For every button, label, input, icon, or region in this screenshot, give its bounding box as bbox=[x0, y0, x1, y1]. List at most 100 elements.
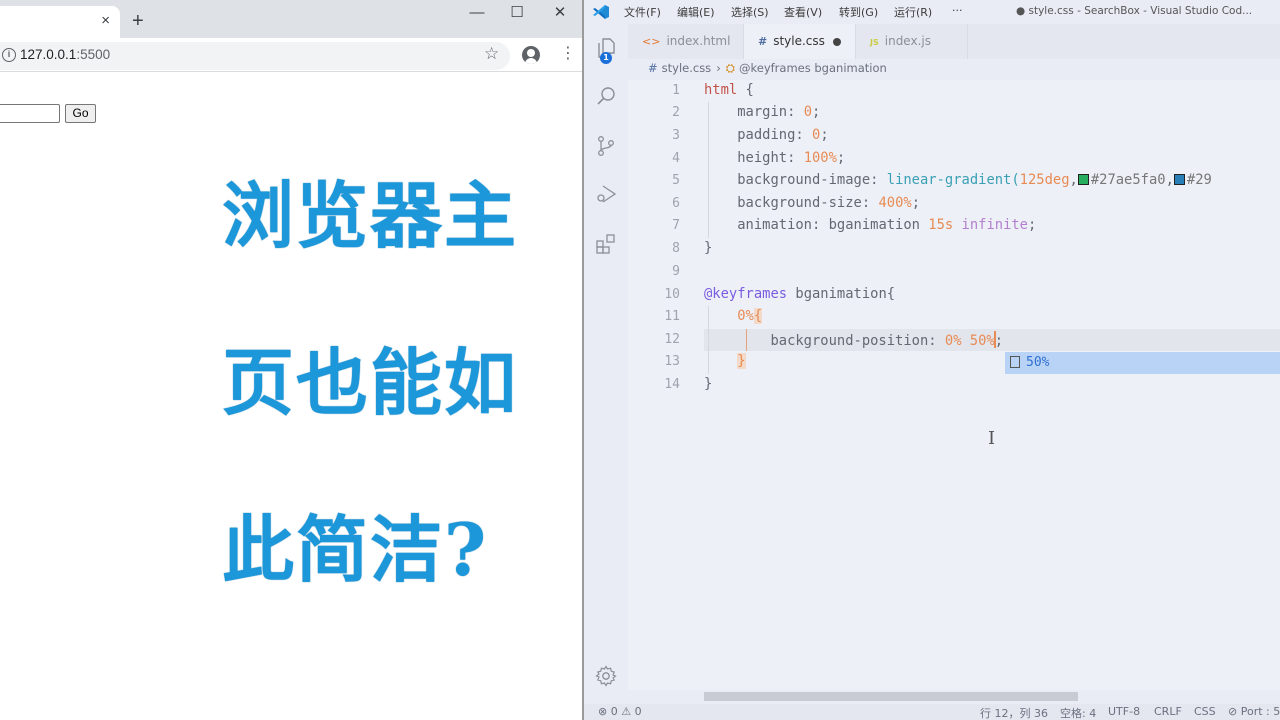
token: bganimation{ bbox=[787, 286, 896, 302]
source-control-icon[interactable] bbox=[594, 134, 618, 158]
breadcrumb-file[interactable]: style.css bbox=[662, 61, 712, 75]
vscode-logo-icon bbox=[593, 5, 609, 19]
code-line-8: } bbox=[704, 240, 712, 256]
browser-window: × + — ☐ ✕ i 127.0.0.1:5500 ☆ ⋮ Go 浏览器主 页… bbox=[0, 0, 582, 720]
color-swatch-green[interactable] bbox=[1077, 174, 1089, 185]
close-window-button[interactable]: ✕ bbox=[545, 2, 575, 24]
menu-run[interactable]: 运行(R) bbox=[894, 4, 932, 20]
live-server-port[interactable]: ⊘ Port : 5 bbox=[1228, 705, 1280, 718]
code-line-4: height: 100%; bbox=[704, 150, 845, 166]
token: animation: bganimation bbox=[737, 217, 929, 233]
token: 125deg bbox=[1019, 172, 1070, 188]
suggestion-label: 50% bbox=[1026, 355, 1050, 370]
line-number: 8 bbox=[672, 241, 680, 256]
status-bar: ⊗ 0 ⚠ 0 行 12，列 36 空格: 4 UTF-8 CRLF CSS ⊘… bbox=[584, 704, 1280, 720]
token: 15s bbox=[928, 217, 954, 233]
error-count: 0 bbox=[610, 705, 618, 718]
code-editor[interactable]: 1 2 3 4 5 6 7 8 9 10 11 12 13 14 html { margin: 0; pa… bbox=[628, 80, 1280, 690]
tab-style-css[interactable]: # style.css bbox=[744, 24, 856, 59]
menu-edit[interactable]: 编辑(E) bbox=[677, 4, 715, 20]
token: html bbox=[704, 82, 738, 98]
token: ; bbox=[1027, 217, 1037, 233]
url-host: 127.0.0.1 bbox=[20, 47, 77, 62]
bookmark-star-icon[interactable]: ☆ bbox=[484, 44, 499, 64]
menu-more[interactable]: ··· bbox=[952, 4, 963, 17]
minimize-button[interactable]: — bbox=[462, 2, 492, 24]
token: ; bbox=[836, 150, 846, 166]
browser-tab[interactable]: × bbox=[0, 6, 120, 38]
extensions-icon[interactable] bbox=[594, 232, 618, 256]
indentation[interactable]: 空格: 4 bbox=[1060, 705, 1096, 720]
line-number: 4 bbox=[672, 151, 680, 166]
explorer-badge: 1 bbox=[600, 52, 612, 64]
title-bar: 文件(F) 编辑(E) 选择(S) 查看(V) 转到(G) 运行(R) ··· … bbox=[584, 0, 1280, 24]
warning-count: 0 bbox=[634, 705, 642, 718]
token: 0% 50% bbox=[944, 333, 995, 349]
problems-indicator[interactable]: ⊗ 0 ⚠ 0 bbox=[598, 705, 642, 718]
token: linear-gradient( bbox=[886, 172, 1020, 188]
search-icon[interactable] bbox=[594, 84, 618, 108]
color-swatch-blue[interactable] bbox=[1173, 174, 1185, 185]
code-line-10: @keyframes bganimation{ bbox=[704, 286, 895, 302]
code-line-5: background-image: linear-gradient(125deg… bbox=[704, 172, 1212, 188]
horizontal-scrollbar[interactable] bbox=[704, 692, 1078, 701]
code-line-7: animation: bganimation 15s infinite; bbox=[704, 217, 1036, 233]
line-number: 1 bbox=[672, 83, 680, 98]
token: infinite bbox=[961, 217, 1028, 233]
code-line-11: 0%{ bbox=[704, 308, 763, 324]
code-line-6: background-size: 400%; bbox=[704, 195, 920, 211]
overlay-caption-line-3: 此简洁? bbox=[222, 507, 489, 592]
browser-menu-icon[interactable]: ⋮ bbox=[560, 44, 576, 64]
encoding[interactable]: UTF-8 bbox=[1108, 705, 1140, 718]
token: } bbox=[704, 240, 713, 256]
activity-bar: 1 bbox=[584, 24, 628, 704]
go-button[interactable]: Go bbox=[65, 104, 96, 123]
token: ; bbox=[911, 195, 920, 211]
line-number: 12 bbox=[664, 332, 680, 347]
tab-index-js[interactable]: JS index.js bbox=[856, 24, 968, 59]
autocomplete-suggestion[interactable]: 50% bbox=[1005, 352, 1280, 374]
token: ; bbox=[812, 104, 821, 120]
token: background-position: bbox=[770, 333, 945, 349]
tab-label: index.html bbox=[666, 34, 731, 48]
menu-file[interactable]: 文件(F) bbox=[624, 4, 661, 20]
line-number: 6 bbox=[672, 196, 680, 211]
token: { bbox=[753, 308, 763, 324]
run-debug-icon[interactable] bbox=[594, 182, 618, 206]
unsaved-dot-icon[interactable] bbox=[833, 38, 841, 46]
code-line-14: } bbox=[704, 376, 712, 392]
code-line-3: padding: 0; bbox=[704, 127, 828, 143]
new-tab-button[interactable]: + bbox=[132, 10, 144, 32]
language-mode[interactable]: CSS bbox=[1194, 705, 1216, 718]
css-file-icon: # bbox=[758, 35, 768, 48]
profile-avatar-icon[interactable] bbox=[522, 46, 540, 64]
url-text[interactable]: 127.0.0.1:5500 bbox=[20, 47, 110, 62]
tab-label: index.js bbox=[884, 34, 931, 48]
tab-index-html[interactable]: <> index.html bbox=[628, 24, 744, 59]
vscode-window: 文件(F) 编辑(E) 选择(S) 查看(V) 转到(G) 运行(R) ··· … bbox=[584, 0, 1280, 720]
line-ending[interactable]: CRLF bbox=[1154, 705, 1182, 718]
token: background-image: bbox=[737, 172, 887, 188]
token: 0 bbox=[803, 104, 812, 120]
token: ; bbox=[994, 333, 1004, 349]
line-number: 10 bbox=[664, 287, 680, 302]
breadcrumb-symbol[interactable]: @keyframes bganimation bbox=[739, 61, 887, 75]
address-bar[interactable]: i 127.0.0.1:5500 bbox=[0, 42, 510, 70]
maximize-button[interactable]: ☐ bbox=[502, 2, 532, 24]
close-tab-icon[interactable]: × bbox=[101, 12, 110, 30]
settings-gear-icon[interactable] bbox=[594, 664, 618, 688]
menu-selection[interactable]: 选择(S) bbox=[731, 4, 769, 20]
token: } bbox=[737, 353, 746, 369]
cursor-position[interactable]: 行 12，列 36 bbox=[980, 705, 1048, 720]
menu-goto[interactable]: 转到(G) bbox=[839, 4, 878, 20]
line-number: 3 bbox=[672, 128, 680, 143]
search-input[interactable] bbox=[0, 104, 60, 123]
token: { bbox=[737, 82, 754, 98]
token: } bbox=[704, 376, 713, 392]
site-info-icon[interactable]: i bbox=[2, 48, 16, 62]
css-file-icon: # bbox=[648, 61, 658, 75]
line-number: 11 bbox=[664, 309, 680, 324]
line-number: 5 bbox=[672, 173, 680, 188]
menu-view[interactable]: 查看(V) bbox=[784, 4, 822, 20]
token: @keyframes bbox=[704, 286, 788, 302]
